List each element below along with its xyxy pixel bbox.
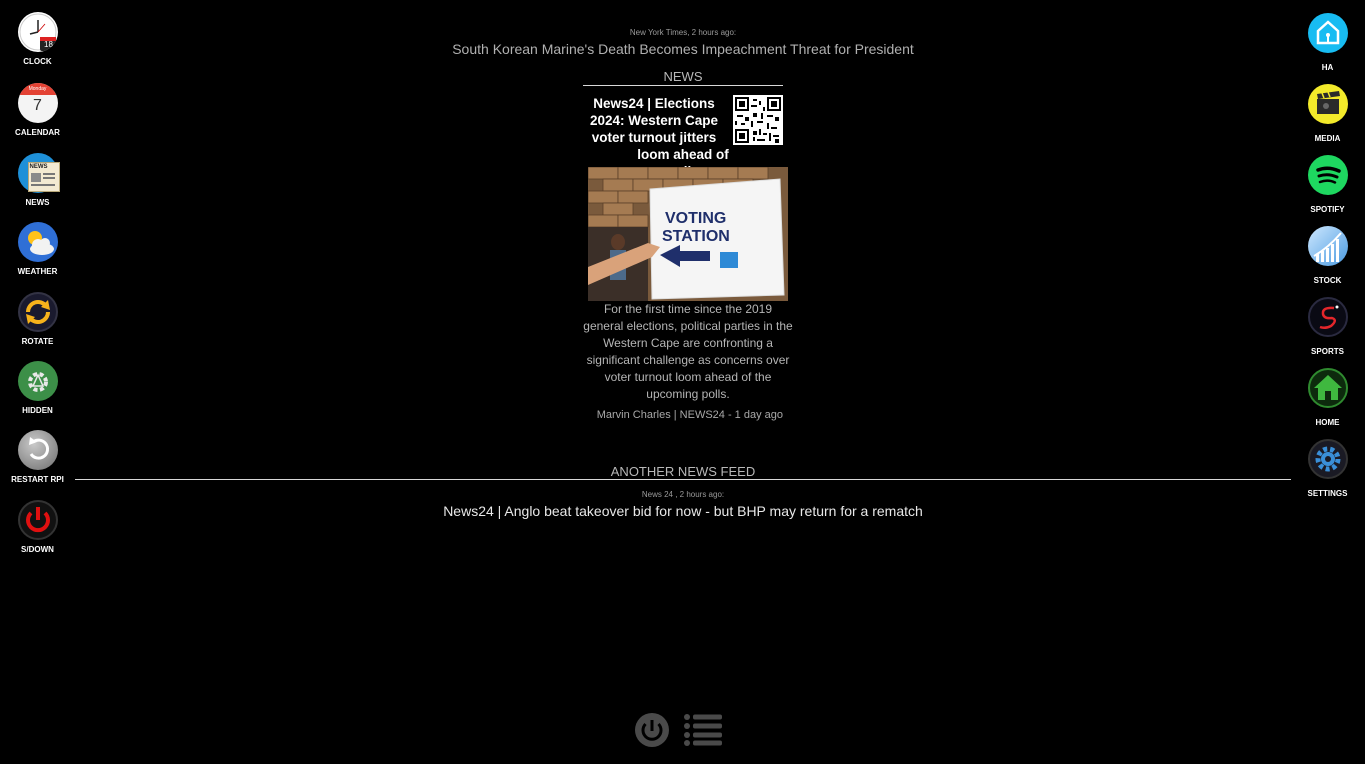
weather-app[interactable]: WEATHER [0,222,75,276]
bottom-toolbar [634,712,734,752]
clock-icon: 18 [17,12,58,52]
newspaper-badge: NEWS [29,164,48,170]
restart-app[interactable]: RESTART RPI [0,430,75,484]
home-assistant-icon [1307,13,1348,53]
calendar-app[interactable]: Monday 7 CALENDAR [0,83,75,137]
spotify-label: SPOTIFY [1310,205,1345,214]
settings-label: SETTINGS [1307,489,1348,498]
rotate-label: ROTATE [21,337,54,346]
ha-label: HA [1321,63,1334,72]
hidden-icon [17,361,58,401]
voting-sign-line1: VOTING [665,210,726,227]
home-label: HOME [1315,418,1340,427]
list-menu-icon [684,714,722,746]
media-icon [1307,84,1348,124]
clock-label: CLOCK [23,57,52,66]
sports-label: SPORTS [1311,347,1344,356]
calendar-label: CALENDAR [15,128,60,137]
ha-app[interactable]: HA [1290,13,1365,72]
settings-icon [1307,439,1348,479]
article-summary: For the first time since the 2019 genera… [583,302,793,401]
sports-app[interactable]: SPORTS [1290,297,1365,356]
weather-icon [17,222,58,262]
voting-sign-line2: STATION [662,228,730,245]
hidden-label: HIDDEN [22,406,53,415]
home-icon [1307,368,1348,408]
home-app[interactable]: HOME [1290,368,1365,427]
sports-icon [1307,297,1348,337]
media-app[interactable]: MEDIA [1290,84,1365,143]
qr-code[interactable] [733,95,783,145]
restart-icon [17,430,58,470]
article-image[interactable]: VOTING STATION [588,167,788,301]
newspaper-icon: NEWS [17,153,60,193]
feed-headline[interactable]: News24 | Anglo beat takeover bid for now… [75,503,1291,519]
news-app[interactable]: NEWS NEWS [0,153,75,207]
ticker-meta: New York Times, 2 hours ago: [629,28,737,37]
shutdown-label: S/DOWN [21,545,54,554]
stock-label: STOCK [1313,276,1342,285]
calendar-day: Monday [28,86,47,92]
hidden-app[interactable]: HIDDEN [0,361,75,415]
shutdown-app[interactable]: S/DOWN [0,500,75,554]
menu-button[interactable] [684,714,722,746]
spotify-app[interactable]: SPOTIFY [1290,155,1365,214]
calendar-icon: Monday 7 [17,83,58,123]
restart-label: RESTART RPI [11,475,64,484]
clock-date-badge: 18 [44,40,53,49]
news-label: NEWS [25,198,50,207]
power-button[interactable] [634,712,670,748]
rotate-icon [17,292,58,332]
settings-app[interactable]: SETTINGS [1290,439,1365,498]
calendar-date: 7 [33,97,42,114]
ticker-headline[interactable]: South Korean Marine's Death Becomes Impe… [75,41,1291,57]
media-label: MEDIA [1314,134,1341,143]
clock-app[interactable]: 18 CLOCK [0,12,75,66]
weather-label: WEATHER [17,267,58,276]
stock-icon [1307,226,1348,266]
feed-divider [75,479,1291,480]
article-title[interactable]: News24 | Elections 2024: Western Cape vo… [585,95,723,146]
shutdown-icon [17,500,58,540]
feed-meta: News 24 , 2 hours ago: [641,490,725,499]
stock-app[interactable]: STOCK [1290,226,1365,285]
article-byline: Marvin Charles | NEWS24 - 1 day ago [596,409,783,421]
rotate-app[interactable]: ROTATE [0,292,75,346]
news-section-heading: NEWS [583,69,783,86]
power-icon [635,713,669,747]
feed-section-heading: ANOTHER NEWS FEED [610,464,756,479]
spotify-icon [1307,155,1348,195]
